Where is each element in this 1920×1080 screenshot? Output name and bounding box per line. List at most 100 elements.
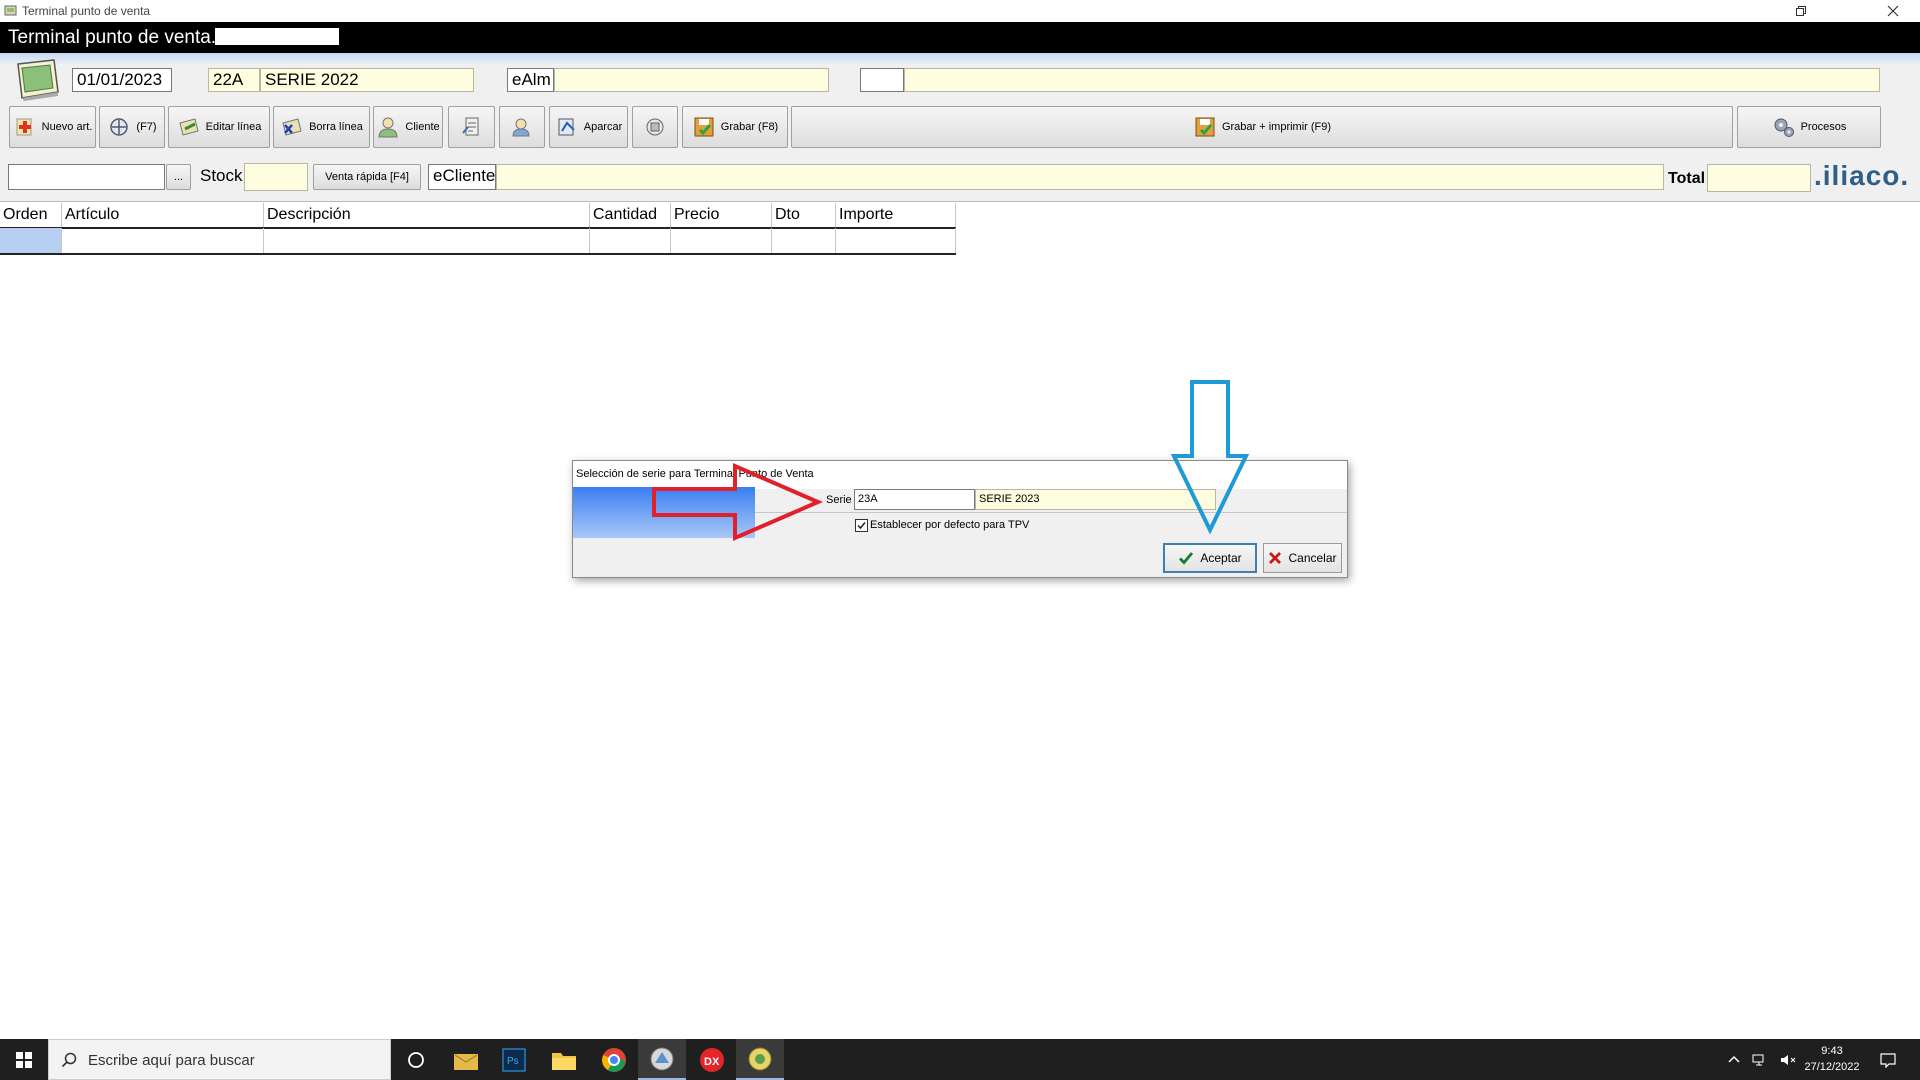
lines-grid xyxy=(0,201,1920,1039)
cliente-button[interactable]: Cliente xyxy=(373,106,443,148)
notification-icon xyxy=(1880,1053,1896,1068)
taskbar-app-mail[interactable] xyxy=(442,1039,490,1080)
close-button[interactable] xyxy=(1870,0,1916,22)
aparcar-label: Aparcar xyxy=(583,121,623,133)
grabar-imprimir-button[interactable]: Grabar + imprimir (F9) xyxy=(791,106,1733,148)
app-icon xyxy=(4,5,17,16)
delete-line-icon xyxy=(282,118,302,136)
grabar-button[interactable]: Grabar (F8) xyxy=(682,106,788,148)
svg-text:DX: DX xyxy=(704,1056,720,1068)
column-dto[interactable]: Dto xyxy=(772,203,836,227)
article-search-input[interactable] xyxy=(8,164,165,190)
date-field[interactable]: 01/01/2023 xyxy=(72,68,172,92)
notifications-button[interactable] xyxy=(1873,1050,1903,1070)
cliente-code-field[interactable]: eCliente xyxy=(428,164,496,190)
chevron-up-icon[interactable] xyxy=(1728,1054,1740,1066)
grabar-label: Grabar (F8) xyxy=(720,121,779,133)
task-view-icon xyxy=(408,1051,424,1068)
header-strip xyxy=(0,53,1920,64)
taskbar-app-photoshop[interactable]: Ps xyxy=(490,1039,538,1080)
procesos-label: Procesos xyxy=(1800,121,1847,133)
header-title: Terminal punto de venta. xyxy=(8,27,217,48)
document-icon xyxy=(17,59,59,101)
volume-muted-icon[interactable] xyxy=(1780,1053,1796,1067)
f7-button[interactable]: (F7) xyxy=(99,106,165,148)
almacen-code-field[interactable]: eAlm xyxy=(507,68,554,92)
gears-icon xyxy=(1774,118,1794,137)
file-explorer-icon xyxy=(552,1052,576,1070)
erp-app-icon xyxy=(748,1047,772,1070)
cancelar-button[interactable]: Cancelar xyxy=(1263,543,1342,573)
app-header: Terminal punto de venta. xyxy=(0,22,1920,53)
start-button[interactable] xyxy=(0,1039,48,1080)
svg-text:Ps: Ps xyxy=(507,1056,519,1067)
browse-article-button[interactable]: ... xyxy=(166,164,191,190)
procesos-button[interactable]: Procesos xyxy=(1737,106,1881,148)
taskbar-app-dx[interactable]: DX xyxy=(688,1039,736,1080)
serie-code-field[interactable]: 22A xyxy=(208,68,260,92)
column-precio[interactable]: Precio xyxy=(671,203,772,227)
taskbar-app-erp[interactable] xyxy=(736,1039,784,1080)
taskbar-search[interactable]: Escribe aquí para buscar xyxy=(48,1039,391,1080)
almacen-name-field xyxy=(554,68,829,92)
table-row-cell[interactable] xyxy=(772,228,836,253)
total-label: Total xyxy=(1668,170,1706,187)
table-row-cell[interactable] xyxy=(62,228,264,253)
chrome-icon xyxy=(602,1047,626,1072)
borra-linea-button[interactable]: Borra línea xyxy=(273,106,370,148)
red-arrow-annotation xyxy=(652,462,824,542)
clock-time: 9:43 xyxy=(1821,1045,1843,1057)
tpv-app-icon xyxy=(650,1047,674,1070)
default-label: Establecer por defecto para TPV xyxy=(870,519,1030,531)
close-icon xyxy=(1887,5,1899,17)
table-row-cell[interactable] xyxy=(590,228,671,253)
aceptar-button[interactable]: Aceptar xyxy=(1163,543,1257,573)
default-checkbox[interactable] xyxy=(855,519,868,532)
column-importe[interactable]: Importe xyxy=(836,203,956,227)
taskbar-clock[interactable]: 9:43 27/12/2022 xyxy=(1800,1043,1864,1075)
table-row-cell[interactable] xyxy=(671,228,772,253)
aparcar-button[interactable]: Aparcar xyxy=(549,106,628,148)
network-icon[interactable] xyxy=(1752,1053,1768,1067)
printer-icon xyxy=(646,118,664,136)
taskbar-app-explorer[interactable] xyxy=(540,1039,588,1080)
column-descripcion[interactable]: Descripción xyxy=(264,203,590,227)
aceptar-label: Aceptar xyxy=(1200,551,1242,565)
stock-label: Stock xyxy=(200,166,243,185)
restore-button[interactable] xyxy=(1778,0,1824,22)
search-target-icon xyxy=(110,118,129,136)
row-divider xyxy=(0,253,956,255)
extra-code-field[interactable] xyxy=(860,68,904,92)
search-placeholder: Escribe aquí para buscar xyxy=(88,1052,255,1069)
taskbar-app-chrome[interactable] xyxy=(590,1039,638,1080)
user-icon xyxy=(378,117,398,138)
column-cantidad[interactable]: Cantidad xyxy=(590,203,671,227)
add-article-icon xyxy=(16,118,32,136)
edit-line-icon xyxy=(179,118,199,136)
borra-linea-label: Borra línea xyxy=(309,121,363,133)
grabar-imprimir-label: Grabar + imprimir (F9) xyxy=(1221,121,1332,133)
check-icon xyxy=(1179,552,1194,565)
extra-name-field xyxy=(904,68,1880,92)
window-titlebar: Terminal punto de venta xyxy=(0,0,1920,22)
printer-button[interactable] xyxy=(632,106,678,148)
taskbar-app-tpv-active[interactable] xyxy=(638,1039,686,1080)
column-orden[interactable]: Orden xyxy=(0,203,62,227)
dialog-serie-code-field[interactable]: 23A xyxy=(854,489,975,510)
table-row-cell[interactable] xyxy=(836,228,956,253)
total-field xyxy=(1707,164,1811,192)
column-articulo[interactable]: Artículo xyxy=(62,203,264,227)
venta-rapida-button[interactable]: Venta rápida [F4] xyxy=(313,164,421,190)
save-print-icon xyxy=(1195,117,1215,137)
task-view-button[interactable] xyxy=(392,1039,440,1080)
table-row-cell[interactable] xyxy=(264,228,590,253)
document-search-button[interactable] xyxy=(448,106,495,148)
editar-linea-button[interactable]: Editar línea xyxy=(168,106,270,148)
client-search-button[interactable] xyxy=(499,106,545,148)
dx-icon: DX xyxy=(700,1047,724,1072)
nuevo-articulo-label: Nuevo art. xyxy=(41,121,93,133)
checkmark-icon xyxy=(857,522,866,530)
cancel-x-icon xyxy=(1269,552,1282,564)
nuevo-articulo-button[interactable]: Nuevo art. xyxy=(9,106,96,148)
table-row-cell-selected[interactable] xyxy=(0,228,62,253)
